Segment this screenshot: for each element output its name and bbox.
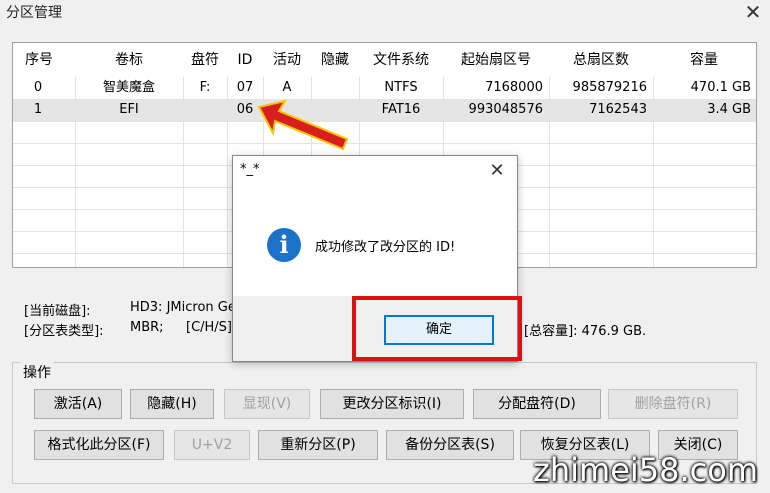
watermark: zhimei58.com bbox=[533, 451, 758, 489]
column-header[interactable]: 总扇区数 bbox=[549, 43, 653, 77]
dialog-message: 成功修改了改分区的 ID! bbox=[315, 240, 456, 255]
column-header[interactable]: 起始扇区号 bbox=[443, 43, 549, 77]
column-header[interactable]: 序号 bbox=[13, 43, 65, 77]
cell-drive bbox=[183, 99, 227, 121]
current-disk-label: [当前磁盘]: bbox=[24, 304, 91, 319]
red-arrow-annotation bbox=[257, 99, 349, 151]
cell-index: 1 bbox=[33, 102, 43, 117]
close-icon[interactable]: ✕ bbox=[487, 162, 507, 182]
change-partition-id-button[interactable]: 更改分区标识(I) bbox=[320, 389, 464, 419]
repartition-button[interactable]: 重新分区(P) bbox=[258, 430, 378, 460]
chs-label: [C/H/S]: bbox=[186, 320, 237, 335]
partition-table-type-value: MBR; bbox=[130, 320, 164, 335]
cell-fs: FAT16 bbox=[381, 102, 421, 117]
total-capacity: [总容量]: 476.9 GB. bbox=[524, 324, 647, 339]
column-header[interactable]: 文件系统 bbox=[359, 43, 443, 77]
current-disk-value: HD3: JMicron Gen bbox=[130, 300, 245, 315]
cell-drive: F: bbox=[199, 80, 211, 95]
cell-label: EFI bbox=[119, 102, 139, 117]
cell-label: 智美魔盒 bbox=[102, 80, 155, 95]
partition-table-type-label: [分区表类型]: bbox=[24, 324, 104, 339]
dialog-title: *_* bbox=[240, 162, 260, 177]
column-header[interactable]: 隐藏 bbox=[311, 43, 359, 77]
row-divider bbox=[13, 143, 756, 144]
close-icon[interactable]: ✕ bbox=[742, 2, 764, 24]
cell-start: 7168000 bbox=[485, 80, 543, 95]
hide-button[interactable]: 隐藏(H) bbox=[130, 389, 214, 419]
column-header[interactable]: 容量 bbox=[653, 43, 755, 77]
row-divider bbox=[13, 121, 756, 122]
cell-capacity: 3.4 GB bbox=[707, 102, 751, 117]
cell-total: 985879216 bbox=[572, 80, 647, 95]
remove-drive-letter-button[interactable]: 删除盘符(R) bbox=[608, 389, 738, 419]
assign-drive-letter-button[interactable]: 分配盘符(D) bbox=[473, 389, 601, 419]
column-header[interactable]: 卷标 bbox=[75, 43, 183, 77]
cell-fs: NTFS bbox=[384, 80, 418, 95]
column-header[interactable]: 盘符 bbox=[183, 43, 227, 77]
column-header[interactable]: ID bbox=[227, 43, 263, 77]
cell-start: 993048576 bbox=[468, 102, 543, 117]
cell-index: 0 bbox=[33, 80, 43, 95]
activate-button[interactable]: 激活(A) bbox=[34, 389, 122, 419]
uv2-button[interactable]: U+V2 bbox=[174, 430, 250, 460]
window-title: 分区管理 bbox=[6, 5, 62, 21]
backup-partition-table-button[interactable]: 备份分区表(S) bbox=[386, 430, 514, 460]
ok-button[interactable]: 确定 bbox=[384, 315, 494, 345]
format-partition-button[interactable]: 格式化此分区(F) bbox=[34, 430, 164, 460]
info-icon: i bbox=[267, 228, 301, 262]
column-header[interactable]: 活动 bbox=[263, 43, 311, 77]
show-button[interactable]: 显现(V) bbox=[224, 389, 310, 419]
cell-capacity: 470.1 GB bbox=[690, 80, 751, 95]
operations-label: 操作 bbox=[20, 362, 54, 382]
cell-total: 7162543 bbox=[589, 102, 647, 117]
arrow-shape bbox=[257, 99, 349, 151]
